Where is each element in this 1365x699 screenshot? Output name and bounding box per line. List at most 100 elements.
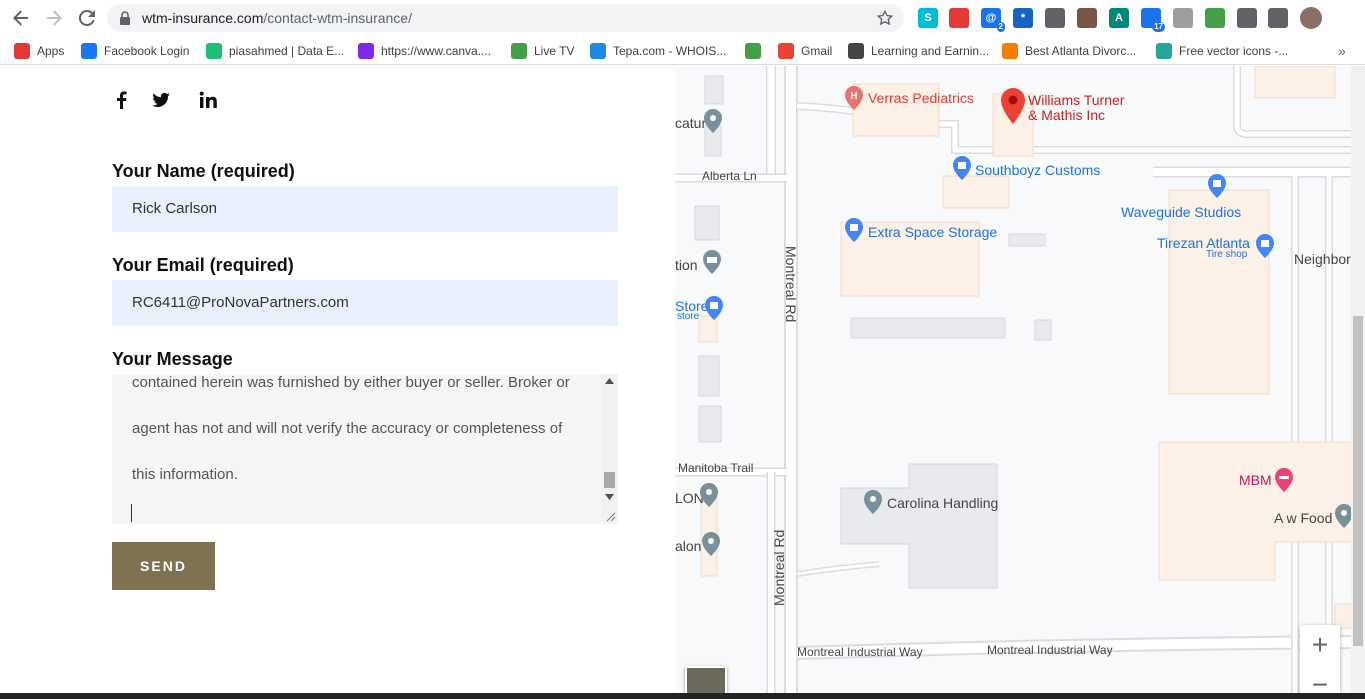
bookmark-item[interactable]: Tepa.com - WHOIS...	[590, 42, 726, 60]
bookmark-item[interactable]: Learning and Earnin...	[848, 42, 989, 60]
scroll-up-arrow-icon[interactable]	[605, 378, 614, 384]
bookmark-item[interactable]: Live TV	[511, 42, 574, 60]
poi-aw-food[interactable]: A w Food	[1274, 510, 1332, 526]
hotel-pin-icon[interactable]	[1275, 468, 1293, 492]
url-text: wtm-insurance.com/contact-wtm-insurance/	[142, 10, 412, 26]
bookmark-label: Learning and Earnin...	[871, 44, 990, 58]
linkedin-icon[interactable]	[198, 90, 218, 110]
poi-williams-line: Williams Turner	[1028, 92, 1125, 108]
reload-button[interactable]	[75, 6, 99, 30]
shopping-pin-icon[interactable]	[1208, 174, 1226, 198]
poi-tirezan-subtitle: Tire shop	[1206, 249, 1248, 260]
chevron-right-icon: »	[1338, 43, 1346, 59]
bookmark-label: https://www.canva....	[381, 44, 492, 58]
forward-button[interactable]	[42, 6, 66, 30]
avatar[interactable]	[1300, 7, 1322, 29]
gmail-icon	[778, 43, 794, 59]
cowboy-extension-icon[interactable]	[1077, 8, 1097, 28]
bookmark-label: Apps	[37, 44, 65, 58]
svg-text:H: H	[850, 91, 857, 102]
bookmark-label: Facebook Login	[104, 44, 190, 58]
location-pin-icon[interactable]	[1001, 88, 1025, 124]
loading-icon	[745, 43, 761, 59]
facebook-icon	[81, 43, 97, 59]
name-input[interactable]: Rick Carlson	[112, 186, 618, 232]
shopping-pin-icon[interactable]	[1256, 234, 1274, 258]
message-textarea[interactable]: contained herein was furnished by either…	[112, 374, 618, 524]
bookmark-item[interactable]: Best Atlanta Divorc...	[1002, 42, 1136, 60]
shopping-pin-icon[interactable]	[953, 156, 971, 180]
resize-handle-icon[interactable]	[604, 510, 616, 522]
mail-icon[interactable]	[1045, 8, 1065, 28]
bookmark-label: Tepa.com - WHOIS...	[613, 44, 727, 58]
road-montreal-rd-upper: Montreal Rd	[783, 246, 799, 323]
textarea-scroll-thumb[interactable]	[604, 472, 615, 488]
back-arrow-icon	[13, 10, 28, 26]
message-line: this information.	[132, 466, 238, 483]
poi-tion[interactable]: tion	[675, 257, 698, 273]
poi-neighbor[interactable]: Neighbor	[1294, 251, 1351, 267]
address-bar[interactable]: wtm-insurance.com/contact-wtm-insurance/	[107, 4, 904, 32]
bookmark-item[interactable]: https://www.canva....	[358, 42, 491, 60]
map-panel[interactable]: H Verras Pediatrics Williams Turner & Ma…	[675, 66, 1365, 699]
shield-extension-icon[interactable]	[1173, 8, 1193, 28]
bookmark-star-icon[interactable]	[876, 9, 894, 27]
send-extension-icon[interactable]	[949, 8, 969, 28]
bookmark-item[interactable]: Gmail	[778, 42, 832, 60]
page-scrollbar[interactable]	[1351, 66, 1365, 699]
bookmark-item[interactable]: Free vector icons -...	[1156, 42, 1288, 60]
hospital-pin-icon[interactable]: H	[845, 86, 863, 110]
back-button[interactable]	[9, 6, 33, 30]
asterisk-extension-icon[interactable]: *	[1013, 8, 1033, 28]
poi-carolina-handling[interactable]: Carolina Handling	[887, 495, 998, 511]
frog-extension-icon[interactable]	[1205, 8, 1225, 28]
bookmark-label: Free vector icons -...	[1179, 44, 1289, 58]
bookmark-label: Gmail	[801, 44, 833, 58]
scroll-down-arrow-icon[interactable]	[605, 494, 614, 500]
send-button[interactable]: SEND	[112, 542, 215, 590]
storage-pin-icon[interactable]	[845, 218, 863, 242]
email-label: Your Email (required)	[112, 255, 294, 275]
textarea-scrollbar[interactable]	[601, 374, 618, 524]
poi-verras-pediatrics[interactable]: Verras Pediatrics	[868, 90, 974, 106]
a-extension-icon[interactable]: A	[1109, 8, 1129, 28]
museum-pin-icon[interactable]	[703, 250, 721, 274]
bookmark-item[interactable]: Facebook Login	[81, 42, 189, 60]
message-line: contained herein was furnished by either…	[132, 374, 570, 391]
facebook-icon[interactable]	[112, 90, 132, 110]
zoom-in-button[interactable]: +	[1300, 625, 1340, 665]
poi-southboyz[interactable]: Southboyz Customs	[975, 162, 1100, 178]
bookmark-item[interactable]: Apps	[14, 42, 64, 60]
twitter-icon[interactable]	[151, 90, 171, 110]
s-extension-icon[interactable]: S	[918, 8, 938, 28]
place-pin-icon[interactable]	[702, 532, 720, 556]
road-montreal-industrial-1: Montreal Industrial Way	[797, 645, 923, 659]
place-pin-icon[interactable]	[864, 490, 882, 514]
tepa-icon	[590, 43, 606, 59]
place-pin-icon[interactable]	[700, 483, 718, 507]
email-input[interactable]: RC6411@ProNovaPartners.com	[112, 280, 618, 326]
message-label: Your Message	[112, 349, 233, 369]
bookmark-item[interactable]: piasahmed | Data E...	[206, 42, 344, 60]
shopping-pin-icon[interactable]	[705, 296, 723, 320]
poi-mbm[interactable]: MBM	[1239, 472, 1272, 488]
road-montreal-rd-lower: Montreal Rd	[771, 529, 787, 606]
poi-alon[interactable]: alon	[675, 538, 701, 554]
puzzle-icon[interactable]	[1237, 8, 1257, 28]
page-scroll-thumb[interactable]	[1353, 316, 1363, 646]
poi-catur[interactable]: catur	[675, 115, 706, 131]
reload-icon	[78, 9, 95, 26]
place-pin-icon[interactable]	[704, 109, 722, 133]
poi-waveguide-studios[interactable]: Waveguide Studios	[1121, 204, 1241, 220]
bookmark-item[interactable]	[745, 42, 768, 60]
chart-extension-icon[interactable]: 17	[1141, 8, 1165, 32]
road-alberta-ln: Alberta Ln	[702, 169, 757, 183]
playlist-icon[interactable]	[1268, 8, 1288, 28]
poi-williams-turner[interactable]: Williams Turner & Mathis Inc	[1028, 93, 1124, 123]
contact-form-panel: Your Name (required) Rick Carlson Your E…	[0, 66, 675, 699]
fiverr-icon	[206, 43, 222, 59]
poi-extra-space-storage[interactable]: Extra Space Storage	[868, 224, 997, 240]
more-bookmarks-button[interactable]: »	[1338, 42, 1346, 60]
bookmark-label: piasahmed | Data E...	[229, 44, 345, 58]
at-extension-icon[interactable]: @2	[981, 8, 1005, 32]
